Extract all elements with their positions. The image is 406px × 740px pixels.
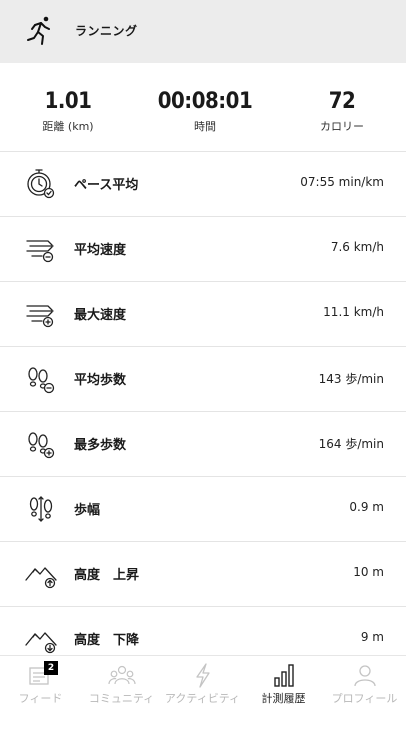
metric-row-elevation-up: 高度 上昇 10 m — [0, 541, 406, 606]
distance-stat: 1.01 距離 (km) — [8, 89, 128, 134]
activity-bolt-icon — [196, 663, 210, 688]
tab-label: コミュニティ — [88, 692, 155, 705]
tab-label: アクティビティ — [164, 692, 241, 705]
speed-max-icon — [26, 305, 54, 328]
metric-label: 高度 下降 — [74, 633, 140, 648]
metric-row-avg-speed: 平均速度 7.6 km/h — [0, 216, 406, 281]
tab-profile[interactable]: プロフィール — [324, 656, 405, 716]
metric-row-max-steps: 最多歩数 164 歩/min — [0, 411, 406, 476]
distance-label: 距離 (km) — [42, 120, 94, 133]
metric-value: 164 歩/min — [318, 437, 384, 451]
history-bars-icon — [274, 664, 294, 687]
metric-value: 11.1 km/h — [323, 305, 384, 319]
calories-stat: 72 カロリー — [282, 89, 402, 134]
metric-value: 7.6 km/h — [330, 240, 384, 254]
metric-label: 歩幅 — [74, 503, 101, 518]
time-label: 時間 — [194, 120, 216, 133]
metric-value: 143 歩/min — [318, 372, 384, 386]
time-value: 00:08:01 — [157, 89, 253, 114]
tab-activity[interactable]: アクティビティ — [162, 656, 243, 716]
runner-icon — [27, 16, 50, 45]
metric-value: 9 m — [360, 630, 384, 644]
tab-label: フィード — [18, 692, 63, 705]
footsteps-average-icon — [28, 367, 55, 394]
tab-history[interactable]: 計測履歴 — [243, 656, 324, 716]
tab-label: 計測履歴 — [261, 692, 306, 705]
metric-label: 最多歩数 — [74, 438, 127, 453]
page-title: ランニング — [75, 24, 138, 38]
metric-row-max-speed: 最大速度 11.1 km/h — [0, 281, 406, 346]
calories-value: 72 — [328, 89, 356, 114]
profile-icon — [354, 665, 376, 687]
metric-value: 07:55 min/km — [300, 175, 384, 189]
tab-feed[interactable]: 2 フィード — [0, 656, 81, 716]
metrics-list: ペース平均 07:55 min/km 平均速度 7.6 km/h 最大速度 11… — [0, 151, 406, 671]
metric-row-avg-steps: 平均歩数 143 歩/min — [0, 346, 406, 411]
metric-label: 最大速度 — [74, 308, 127, 323]
metric-value: 0.9 m — [349, 500, 384, 514]
tab-label: プロフィール — [331, 692, 398, 705]
time-stat: 00:08:01 時間 — [145, 89, 265, 134]
metric-label: 高度 上昇 — [74, 568, 140, 583]
metric-label: ペース平均 — [74, 178, 139, 193]
calories-label: カロリー — [320, 120, 364, 133]
elevation-down-icon — [25, 632, 57, 654]
stride-icon — [29, 496, 53, 522]
summary-stats: 1.01 距離 (km) 00:08:01 時間 72 カロリー — [0, 63, 406, 151]
distance-value: 1.01 — [44, 89, 92, 114]
activity-header: ランニング — [0, 0, 406, 63]
stopwatch-icon — [27, 169, 55, 199]
footsteps-max-icon — [28, 432, 55, 459]
bottom-tab-bar: 2 フィード コミュニティ アクティビティ 計測履歴 プロフィール — [0, 655, 406, 740]
elevation-up-icon — [25, 567, 57, 589]
metric-row-pace: ペース平均 07:55 min/km — [0, 151, 406, 216]
community-icon — [108, 665, 136, 685]
speed-average-icon — [26, 240, 54, 263]
metric-value: 10 m — [353, 565, 384, 579]
tab-community[interactable]: コミュニティ — [81, 656, 162, 716]
metric-row-stride: 歩幅 0.9 m — [0, 476, 406, 541]
metric-label: 平均速度 — [74, 243, 127, 258]
metric-label: 平均歩数 — [74, 373, 127, 388]
feed-badge: 2 — [44, 661, 58, 675]
